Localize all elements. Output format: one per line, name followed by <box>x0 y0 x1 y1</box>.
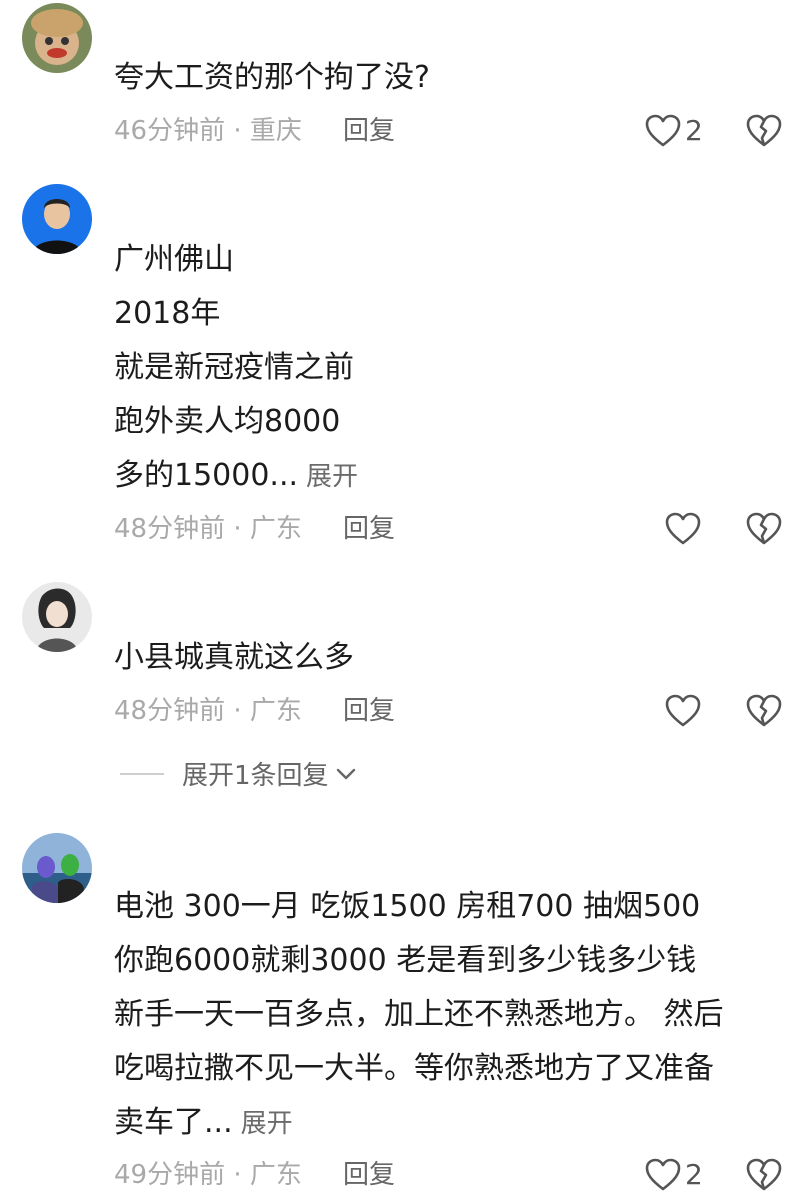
divider <box>120 772 164 775</box>
reply-button[interactable]: 回复 <box>343 1158 395 1192</box>
comment-text: 你跑6000就剩3000 老是看到多少钱多少钱 <box>114 943 697 978</box>
comment-text: 就是新冠疫情之前 <box>114 350 354 385</box>
comment-text-line: 多的15000... <box>114 458 299 493</box>
broken-heart-icon[interactable] <box>746 512 782 546</box>
avatar[interactable] <box>22 184 92 254</box>
comment-time-location: 49分钟前 · 广东 <box>114 1160 302 1190</box>
broken-heart-icon[interactable] <box>746 694 782 728</box>
expand-text-button[interactable]: 展开 <box>241 1109 293 1139</box>
like-button[interactable] <box>665 694 705 728</box>
comment-text: 夸大工资的那个拘了没? <box>114 60 430 95</box>
comment-text: 跑外卖人均8000 <box>114 404 341 439</box>
comment-text: 小县城真就这么多 <box>114 640 354 675</box>
comment-text: 广州佛山 <box>114 242 234 277</box>
comment-time-location: 48分钟前 · 广东 <box>114 514 302 544</box>
like-button[interactable] <box>665 512 705 546</box>
reply-button[interactable]: 回复 <box>343 694 395 728</box>
reply-button[interactable]: 回复 <box>343 512 395 546</box>
expand-replies-button[interactable]: 展开1条回复 <box>120 755 357 792</box>
avatar[interactable] <box>22 582 92 652</box>
comment-text: 多的15000... 展开 <box>114 456 358 497</box>
chevron-down-icon <box>336 768 355 779</box>
comment-text: 电池 300一月 吃饭1500 房租700 抽烟500 <box>114 889 701 924</box>
like-button[interactable]: 2 <box>645 1158 703 1192</box>
like-button[interactable]: 2 <box>645 114 703 148</box>
comment-time-location: 46分钟前 · 重庆 <box>114 116 302 146</box>
avatar[interactable] <box>22 833 92 903</box>
like-count: 2 <box>685 1158 703 1191</box>
heart-icon <box>645 114 681 147</box>
comment-text: 新手一天一百多点，加上还不熟悉地方。 然后 <box>114 997 724 1032</box>
avatar[interactable] <box>22 3 92 73</box>
comment-time-location: 48分钟前 · 广东 <box>114 696 302 726</box>
expand-text-button[interactable]: 展开 <box>306 462 358 492</box>
heart-icon <box>645 1158 681 1191</box>
like-count: 2 <box>685 114 703 147</box>
comment-text: 2018年 <box>114 296 221 331</box>
expand-replies-label: 展开1条回复 <box>182 761 329 791</box>
broken-heart-icon[interactable] <box>746 1158 782 1192</box>
comment-text: 吃喝拉撒不见一大半。等你熟悉地方了又准备 <box>114 1051 714 1086</box>
heart-icon <box>665 694 701 727</box>
heart-icon <box>665 512 701 545</box>
broken-heart-icon[interactable] <box>746 114 782 148</box>
reply-button[interactable]: 回复 <box>343 114 395 148</box>
comment-text-line: 卖车了... <box>114 1105 233 1140</box>
comment-text: 卖车了... 展开 <box>114 1103 293 1144</box>
